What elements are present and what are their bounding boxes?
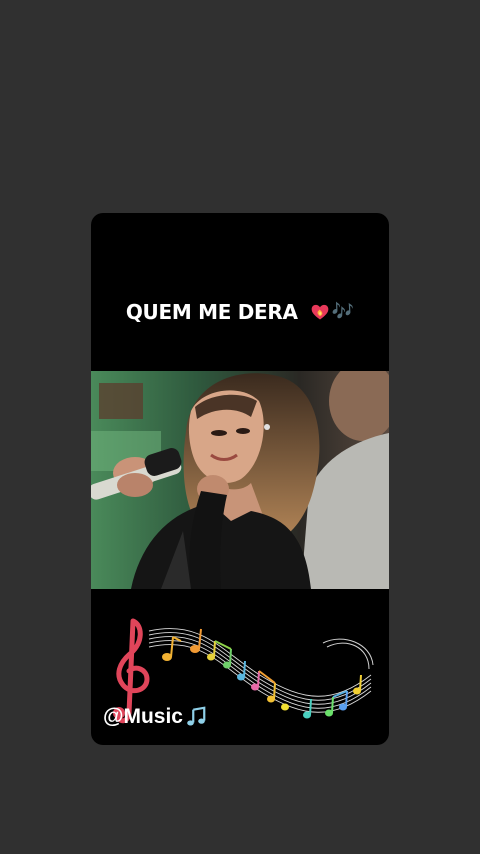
video-frame[interactable] [91,371,389,589]
story-title: QUEM ME DERA [125,300,298,324]
title-emoji-group: 🎶 [310,302,354,322]
video-still-image [91,371,389,589]
musical-note-icon [187,706,206,726]
heart-on-fire-icon [311,304,329,320]
music-handle[interactable]: @Music [103,705,207,729]
story-card: QUEM ME DERA 🎶 @Music [91,213,389,745]
musical-notes-icon: 🎶 [331,301,355,322]
story-title-row: QUEM ME DERA 🎶 [91,295,389,329]
music-handle-text: @Music [103,705,183,728]
